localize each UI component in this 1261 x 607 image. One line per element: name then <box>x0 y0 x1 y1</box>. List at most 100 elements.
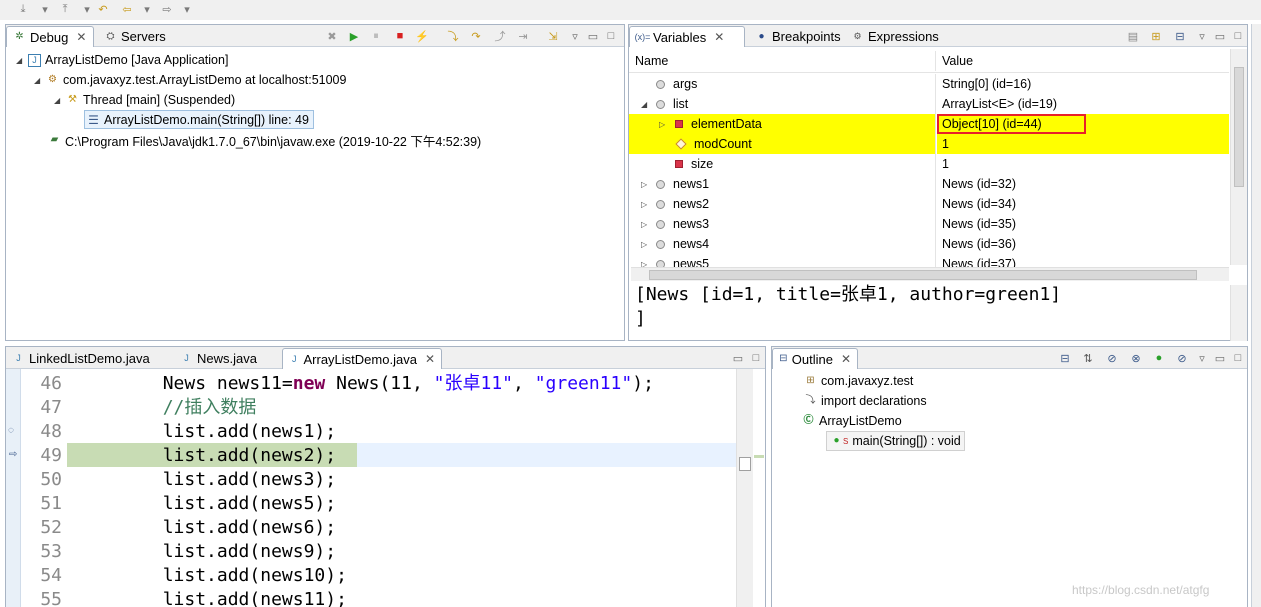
table-row[interactable]: ◢ list ArrayList<E> (id=19) <box>629 94 1229 114</box>
use-step-filters-icon[interactable]: ⇲ <box>546 29 560 43</box>
terminate-icon[interactable]: ■ <box>393 29 407 43</box>
remove-terminated-icon[interactable]: ✖ <box>325 29 339 43</box>
var-value: News (id=37) <box>942 257 1016 268</box>
maximize-icon[interactable]: □ <box>749 351 763 365</box>
close-icon[interactable]: ✕ <box>841 352 851 366</box>
tab-breakpoints[interactable]: ● Breakpoints <box>749 26 847 47</box>
tab-outline[interactable]: ⊟ Outline ✕ <box>772 348 858 369</box>
tree-item-vm[interactable]: ◢ ⚙ com.javaxyz.test.ArrayListDemo at lo… <box>34 70 346 90</box>
drop-to-frame-icon[interactable]: ⤒ <box>58 3 72 16</box>
column-header-value[interactable]: Value <box>937 51 1229 71</box>
scrollbar-thumb[interactable] <box>1234 67 1244 187</box>
view-menu-icon[interactable]: ▿ <box>1195 351 1209 365</box>
collapse-all-icon[interactable]: ⊟ <box>1058 351 1072 365</box>
table-row[interactable]: ▷ elementData Object[10] (id=44) <box>629 114 1229 134</box>
public-method-icon: ● <box>833 435 840 446</box>
collapse-icon[interactable]: ◢ <box>34 76 42 85</box>
collapse-icon[interactable]: ◢ <box>641 100 649 109</box>
hide-nonpublic-icon[interactable]: ● <box>1152 351 1166 365</box>
tab-variables[interactable]: (x)= Variables ✕ <box>629 26 745 47</box>
view-menu-icon[interactable]: ▿ <box>1195 29 1209 43</box>
expand-icon[interactable]: ▷ <box>641 200 649 209</box>
minimize-icon[interactable]: ▭ <box>1213 351 1227 365</box>
tree-item-thread[interactable]: ◢ ⚒ Thread [main] (Suspended) <box>54 90 235 110</box>
dropdown-arrow-icon[interactable]: ▾ <box>140 3 154 16</box>
outline-item-class[interactable]: Ⓒ ArrayListDemo <box>802 411 902 431</box>
hide-local-types-icon[interactable]: ⊘ <box>1175 351 1189 365</box>
table-row[interactable]: modCount 1 <box>629 134 1229 154</box>
tab-servers[interactable]: ⛭ Servers <box>98 26 172 47</box>
outline-item-imports[interactable]: ⤵ import declarations <box>804 391 927 411</box>
collapse-all-icon[interactable]: ⊟ <box>1173 29 1187 43</box>
tree-item-app[interactable]: ◢ J ArrayListDemo [Java Application] <box>16 50 228 70</box>
suspend-icon[interactable]: ⏸ <box>369 29 383 43</box>
expand-icon[interactable]: ▷ <box>641 240 649 249</box>
close-icon[interactable]: ✕ <box>76 30 86 44</box>
var-value: String[0] (id=16) <box>942 77 1032 91</box>
step-filter-icon[interactable]: ⤓ <box>16 3 30 16</box>
tree-item-process[interactable]: ▰ C:\Program Files\Java\jdk1.7.0_67\bin\… <box>48 130 482 150</box>
scrollbar-thumb[interactable] <box>739 457 751 471</box>
detail-vertical-scrollbar[interactable] <box>1230 285 1247 341</box>
minimize-icon[interactable]: ▭ <box>731 351 745 365</box>
tab-arraylistdemo[interactable]: J ArrayListDemo.java ✕ <box>282 348 442 369</box>
tree-label: ArrayListDemo [Java Application] <box>45 53 229 67</box>
code-area[interactable]: 46 News news11=new News(11, "张卓11", "gre… <box>6 372 736 607</box>
forward-icon[interactable]: ⇨ <box>160 3 174 16</box>
hide-static-icon[interactable]: ⊗ <box>1129 351 1143 365</box>
table-row[interactable]: ▷ news5 News (id=37) <box>629 254 1229 268</box>
table-row[interactable]: ▷ news4 News (id=36) <box>629 234 1229 254</box>
variables-horizontal-scrollbar[interactable] <box>631 267 1229 281</box>
scrollbar-thumb[interactable] <box>649 270 1197 280</box>
dropdown-arrow-icon[interactable]: ▾ <box>80 3 94 16</box>
expand-icon[interactable]: ▷ <box>641 220 649 229</box>
expand-icon[interactable]: ▷ <box>659 120 667 129</box>
collapse-icon[interactable]: ◢ <box>54 96 62 105</box>
tree-item-stackframe[interactable]: ☰ ArrayListDemo.main(String[]) line: 49 <box>84 110 314 129</box>
last-edit-icon[interactable]: ↶ <box>96 3 110 16</box>
maximize-icon[interactable]: □ <box>1231 29 1245 43</box>
minimize-icon[interactable]: ▭ <box>586 29 600 43</box>
show-logical-structure-icon[interactable]: ⊞ <box>1149 29 1163 43</box>
code-line: News news11=new News(11, "张卓11", "green1… <box>76 372 654 396</box>
drop-frame-icon[interactable]: ⇥ <box>516 29 530 43</box>
column-header-name[interactable]: Name <box>629 51 936 71</box>
table-row[interactable]: ▷ news1 News (id=32) <box>629 174 1229 194</box>
close-icon[interactable]: ✕ <box>714 30 724 44</box>
sort-icon[interactable]: ⇅ <box>1081 351 1095 365</box>
back-icon[interactable]: ⇦ <box>120 3 134 16</box>
tab-debug[interactable]: ✲ Debug ✕ <box>6 26 94 47</box>
step-return-icon[interactable]: ⤴ <box>493 29 507 43</box>
disconnect-icon[interactable]: ⚡ <box>415 29 429 43</box>
resume-icon[interactable]: ▶ <box>347 29 361 43</box>
hide-fields-icon[interactable]: ⊘ <box>1105 351 1119 365</box>
editor-vertical-scrollbar[interactable] <box>736 369 753 607</box>
tab-linkedlistdemo[interactable]: J LinkedListDemo.java <box>6 348 156 369</box>
close-icon[interactable]: ✕ <box>425 352 435 366</box>
maximize-icon[interactable]: □ <box>604 29 618 43</box>
expand-icon[interactable]: ▷ <box>641 180 649 189</box>
minimize-icon[interactable]: ▭ <box>1213 29 1227 43</box>
table-row[interactable]: size 1 <box>629 154 1229 174</box>
vm-icon: ⚙ <box>48 74 57 85</box>
table-row[interactable]: ▷ news2 News (id=34) <box>629 194 1229 214</box>
variables-vertical-scrollbar[interactable] <box>1230 49 1247 265</box>
step-over-icon[interactable]: ↷ <box>469 29 483 43</box>
var-name: size <box>691 157 714 171</box>
outline-item-method[interactable]: ● S main(String[]) : void <box>826 431 965 451</box>
view-menu-icon[interactable]: ▿ <box>568 29 582 43</box>
table-row[interactable]: args String[0] (id=16) <box>629 74 1229 94</box>
table-row[interactable]: ▷ news3 News (id=35) <box>629 214 1229 234</box>
tab-news[interactable]: J News.java <box>174 348 263 369</box>
show-type-names-icon[interactable]: ▤ <box>1126 29 1140 43</box>
detail-pane[interactable]: [News [id=1, title=张卓1, author=green1] ] <box>631 283 1229 339</box>
dropdown-arrow-icon[interactable]: ▾ <box>38 3 52 16</box>
step-into-icon[interactable]: ⤵ <box>446 29 460 43</box>
outline-item-package[interactable]: ⊞ com.javaxyz.test <box>804 371 913 391</box>
overview-ruler-mark[interactable] <box>754 455 764 458</box>
maximize-icon[interactable]: □ <box>1231 351 1245 365</box>
dropdown-arrow-icon[interactable]: ▾ <box>180 3 194 16</box>
var-value: News (id=36) <box>942 237 1016 251</box>
collapse-icon[interactable]: ◢ <box>16 56 24 65</box>
tab-expressions[interactable]: ⚙ Expressions <box>845 26 945 47</box>
